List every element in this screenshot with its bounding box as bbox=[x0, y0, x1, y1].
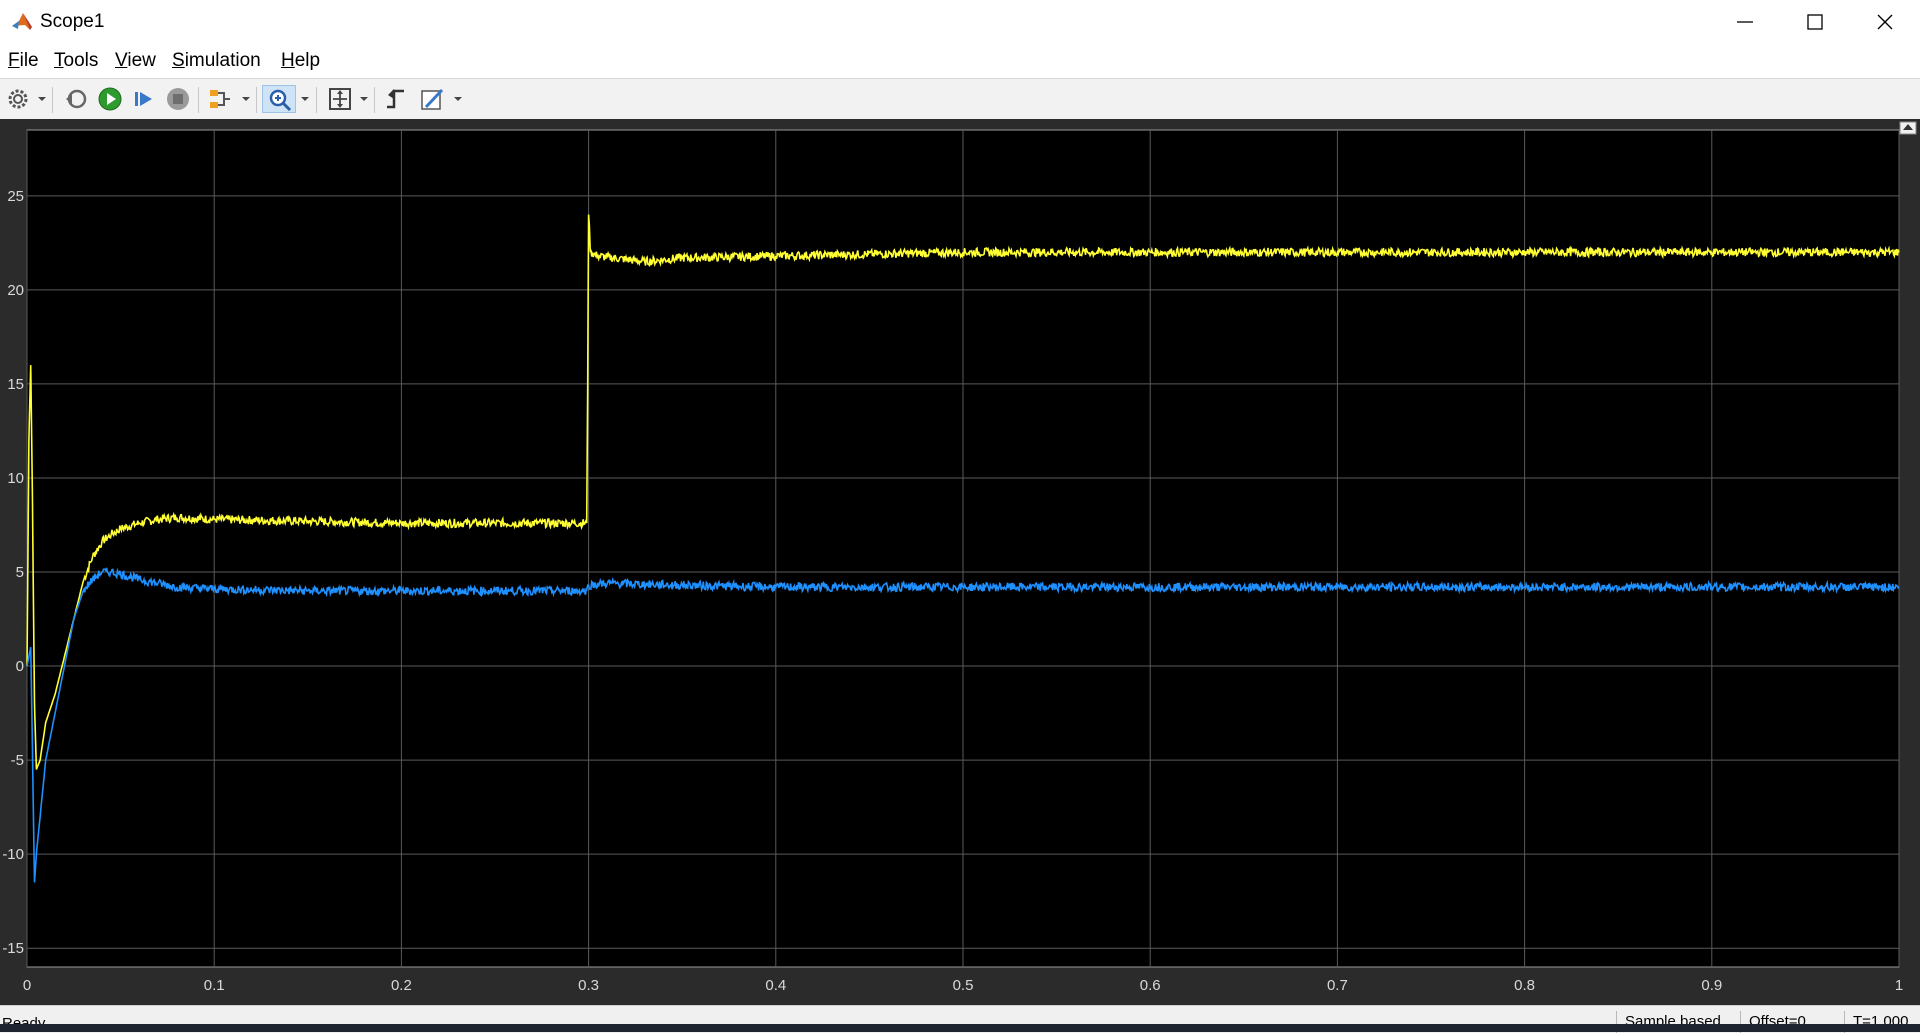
menu-file[interactable]: File bbox=[8, 50, 39, 72]
trigger-icon bbox=[387, 89, 404, 109]
style-icon bbox=[421, 88, 444, 110]
signal-dropdown-icon[interactable] bbox=[242, 95, 250, 103]
toolbar-separator bbox=[316, 87, 317, 113]
menu-file-label: ile bbox=[19, 50, 39, 71]
settings-icon bbox=[8, 89, 28, 109]
scope-plot[interactable]: 0 0.1 0.2 0.3 0.4 0.5 0.6 0.7 0.8 0.9 1 -15 -10 -5 0 5 1… bbox=[0, 119, 1920, 1005]
autoscale-button[interactable] bbox=[326, 85, 354, 113]
stop-icon bbox=[167, 88, 189, 110]
toolbar-separator bbox=[256, 87, 257, 113]
taskbar-edge bbox=[0, 1024, 1920, 1032]
x-tick-label: 1 bbox=[1895, 977, 1903, 994]
y-tick-label: 25 bbox=[7, 188, 24, 205]
autoscale-dropdown-icon[interactable] bbox=[360, 95, 368, 103]
toolbar-separator bbox=[52, 87, 53, 113]
menu-view[interactable]: View bbox=[115, 50, 156, 72]
run-icon bbox=[98, 87, 122, 111]
settings-dropdown-icon[interactable] bbox=[38, 95, 46, 103]
zoom-in-button[interactable] bbox=[262, 85, 296, 113]
menu-simulation-label: imulation bbox=[184, 50, 261, 71]
close-button[interactable] bbox=[1850, 0, 1920, 44]
y-tick-label: -5 bbox=[11, 752, 24, 769]
autoscale-icon bbox=[329, 88, 351, 110]
x-tick-label: 0.3 bbox=[578, 977, 599, 994]
title-bar: Scope1 bbox=[0, 0, 1920, 44]
window-title: Scope1 bbox=[40, 11, 105, 32]
y-tick-label: -15 bbox=[2, 940, 24, 957]
step-back-icon bbox=[66, 89, 87, 109]
x-tick-label: 0.4 bbox=[765, 977, 786, 994]
signal-selector-button[interactable] bbox=[206, 85, 234, 113]
trigger-button[interactable] bbox=[382, 85, 410, 113]
step-back-button[interactable] bbox=[62, 85, 90, 113]
step-forward-button[interactable] bbox=[130, 85, 158, 113]
y-tick-label: -10 bbox=[2, 846, 24, 863]
step-forward-icon bbox=[135, 92, 152, 106]
menu-help[interactable]: Help bbox=[281, 50, 320, 72]
settings-button[interactable] bbox=[4, 85, 32, 113]
minimize-button[interactable] bbox=[1710, 0, 1780, 44]
zoom-in-icon bbox=[269, 89, 292, 112]
menu-simulation-mnemonic: S bbox=[172, 50, 185, 71]
x-tick-label: 0.8 bbox=[1514, 977, 1535, 994]
scope-display: 0 0.1 0.2 0.3 0.4 0.5 0.6 0.7 0.8 0.9 1 -15 -10 -5 0 5 1… bbox=[0, 119, 1920, 1005]
maximize-icon bbox=[1807, 14, 1823, 30]
x-tick-label: 0.1 bbox=[204, 977, 225, 994]
maximize-button[interactable] bbox=[1780, 0, 1850, 44]
x-tick-label: 0.2 bbox=[391, 977, 412, 994]
signal-selector-icon bbox=[210, 90, 230, 108]
toolbar bbox=[0, 78, 1920, 120]
zoom-dropdown-icon[interactable] bbox=[301, 95, 309, 103]
menu-view-label: iew bbox=[127, 50, 156, 71]
style-dropdown-icon[interactable] bbox=[454, 95, 462, 103]
menu-bar: File Tools View Simulation Help bbox=[0, 44, 1920, 108]
toolbar-separator bbox=[198, 87, 199, 113]
menu-view-mnemonic: V bbox=[115, 50, 128, 71]
menu-simulation[interactable]: Simulation bbox=[172, 50, 261, 72]
minimize-icon bbox=[1737, 21, 1753, 23]
matlab-logo-icon bbox=[12, 13, 32, 30]
menu-file-mnemonic: F bbox=[8, 50, 20, 71]
menu-tools[interactable]: Tools bbox=[54, 50, 98, 72]
x-tick-label: 0 bbox=[23, 977, 31, 994]
x-tick-label: 0.6 bbox=[1140, 977, 1161, 994]
y-tick-label: 15 bbox=[7, 376, 24, 393]
stop-button[interactable] bbox=[164, 85, 192, 113]
style-button[interactable] bbox=[418, 85, 446, 113]
y-tick-label: 10 bbox=[7, 470, 24, 487]
y-tick-label: 0 bbox=[16, 658, 24, 675]
menu-tools-mnemonic: T bbox=[54, 50, 64, 71]
menu-help-mnemonic: H bbox=[281, 50, 295, 71]
y-tick-label: 5 bbox=[16, 564, 24, 581]
toolbar-separator bbox=[374, 87, 375, 113]
menu-tools-label: ools bbox=[63, 50, 99, 71]
close-icon bbox=[1877, 14, 1893, 30]
x-tick-label: 0.7 bbox=[1327, 977, 1348, 994]
run-button[interactable] bbox=[96, 85, 124, 113]
x-tick-label: 0.9 bbox=[1701, 977, 1722, 994]
x-tick-label: 0.5 bbox=[953, 977, 974, 994]
y-tick-label: 20 bbox=[7, 282, 24, 299]
menu-help-label: elp bbox=[294, 50, 321, 71]
